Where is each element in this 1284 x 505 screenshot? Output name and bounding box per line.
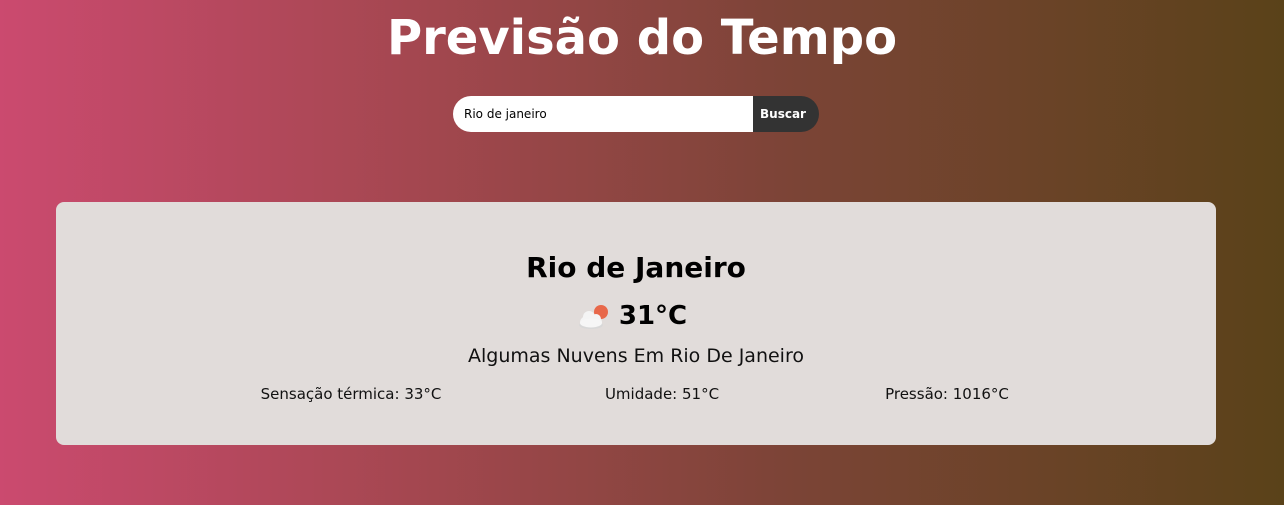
search-button[interactable]: Buscar	[753, 96, 819, 132]
weather-details: Sensação térmica: 33°C Umidade: 51°C Pre…	[56, 382, 1216, 406]
search-bar: Buscar	[453, 96, 819, 132]
temperature-row: 31°C	[56, 296, 1216, 336]
city-name: Rio de Janeiro	[526, 251, 746, 284]
weather-card: Rio de Janeiro 31°C Algumas Nuvens Em Ri…	[56, 202, 1216, 445]
pressure-value: Pressão: 1016°C	[885, 385, 1009, 403]
temperature-value: 31°C	[618, 301, 688, 331]
page-title: Previsão do Tempo	[386, 10, 898, 66]
city-search-input[interactable]	[453, 96, 753, 132]
feels-like-value: Sensação térmica: 33°C	[260, 385, 442, 403]
humidity-value: Umidade: 51°C	[604, 385, 720, 403]
weather-description: Algumas Nuvens Em Rio De Janeiro	[468, 345, 804, 367]
partly-cloudy-sun-icon	[578, 305, 608, 329]
